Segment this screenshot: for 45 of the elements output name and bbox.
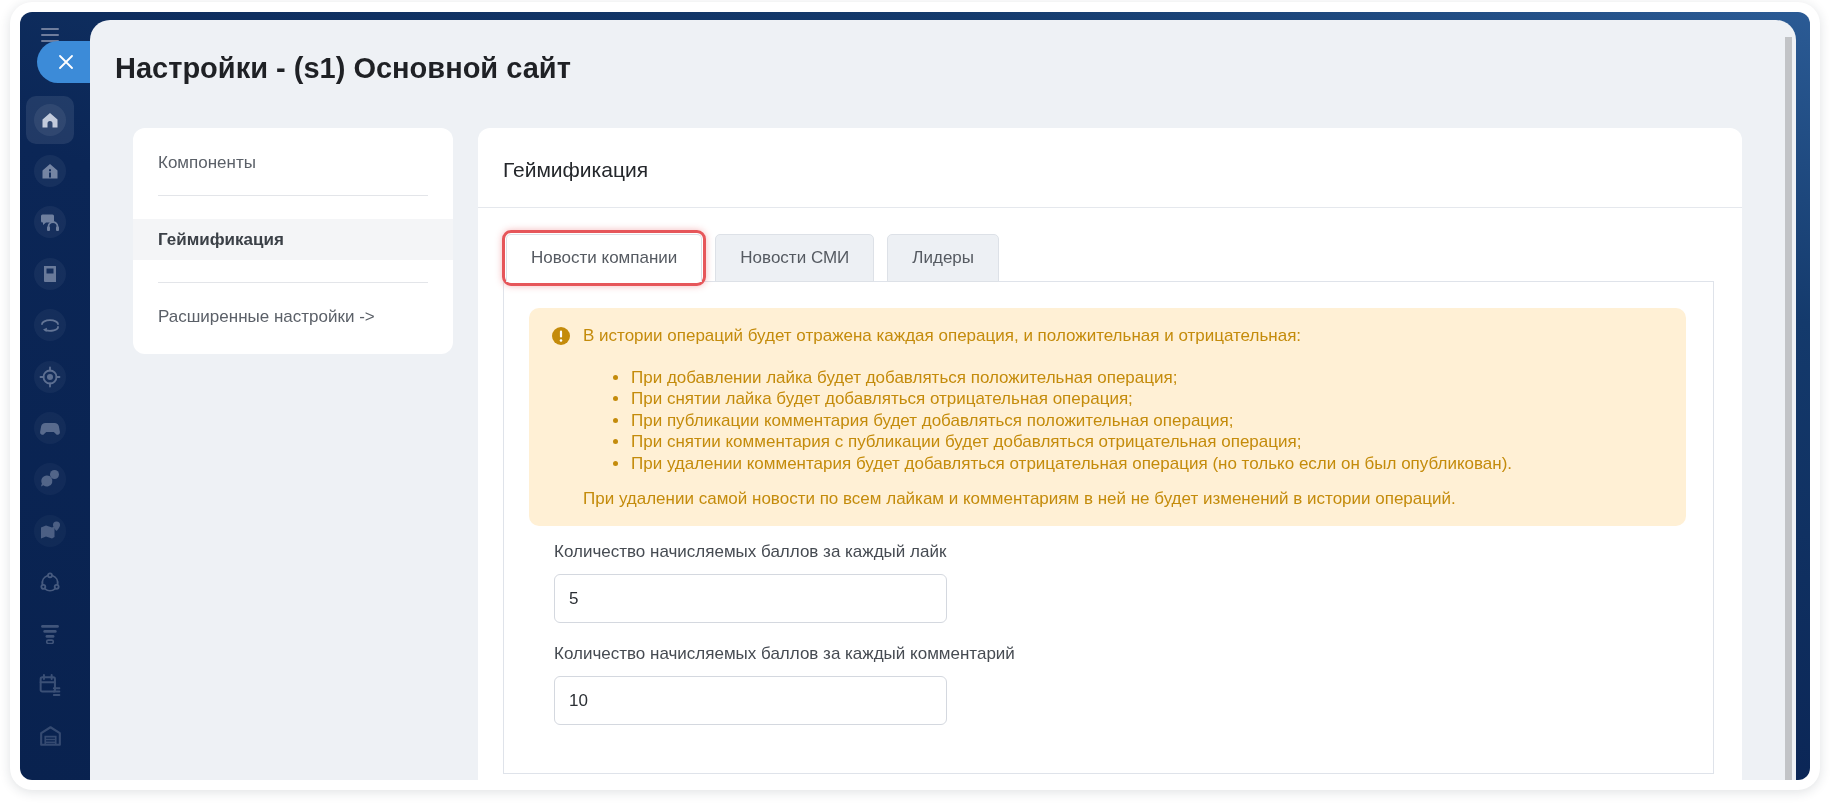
points-field[interactable]: 5 <box>554 574 947 623</box>
alert-text: В истории операций будет отражена каждая операция, и положительная и отрицательная: <box>583 325 1302 347</box>
alert-list-item: При публикации комментария будет добавляться положительная операция; <box>631 409 1234 431</box>
bullet-icon <box>613 439 618 445</box>
rotation-arrows-icon <box>34 309 66 342</box>
nav-item[interactable]: Компоненты <box>158 152 256 173</box>
house-icon <box>34 103 66 136</box>
chat-bubbles-icon <box>34 463 66 496</box>
info-house-icon <box>34 155 66 188</box>
scrollbar[interactable] <box>1785 37 1792 780</box>
tab[interactable]: Новости компании <box>506 234 703 282</box>
alert-list-item: При добавлении лайка будет добавляться положительная операция; <box>631 366 1178 388</box>
book-icon <box>34 257 66 290</box>
calendar-list-icon <box>39 674 61 696</box>
close-icon <box>58 55 73 69</box>
page-title: Настройки - (s1) Основной сайт <box>115 51 571 86</box>
bullet-icon <box>613 460 618 466</box>
field-label: Количество начисляемых баллов за каждый лайк <box>554 541 947 563</box>
headset-chat-icon <box>34 206 66 239</box>
stacked-lines-icon <box>40 623 60 644</box>
map-pin-icon <box>34 514 66 547</box>
nav-item[interactable]: Геймификация <box>133 219 453 260</box>
bullet-icon <box>613 396 618 402</box>
section-title: Геймификация <box>503 156 648 183</box>
crosshair-icon <box>34 360 66 393</box>
close-button[interactable] <box>37 41 90 83</box>
field-label: Количество начисляемых баллов за каждый комментарий <box>554 643 1015 665</box>
alert-list-item: При удалении комментария будет добавляться отрицательная операция (но только если он был опубликован). <box>631 452 1513 474</box>
bullet-icon <box>613 374 618 380</box>
sidebar-button[interactable] <box>26 95 74 144</box>
sidebar-button[interactable] <box>34 155 66 188</box>
points-field[interactable]: 10 <box>554 676 947 725</box>
alert-note: При удалении самой новости по всем лайкам и комментариям в ней не будет изменений в истории операций. <box>583 487 1456 509</box>
alert-list-item: При снятии лайка будет добавляться отрицательная операция; <box>631 388 1133 410</box>
garage-icon <box>39 726 61 747</box>
tab[interactable]: Новости СМИ <box>715 234 875 282</box>
gamepad-icon <box>34 412 66 445</box>
tab[interactable]: Лидеры <box>887 234 1000 282</box>
sidebar-button[interactable] <box>34 206 66 239</box>
alert-list-item: При снятии комментария с публикации будет добавляться отрицательная операция; <box>631 431 1302 453</box>
bullet-icon <box>613 417 618 423</box>
connected-nodes-icon <box>39 572 61 593</box>
nav-item[interactable]: Расширенные настройки -> <box>158 306 375 327</box>
warning-icon <box>552 326 570 345</box>
menu-icon <box>41 28 59 42</box>
